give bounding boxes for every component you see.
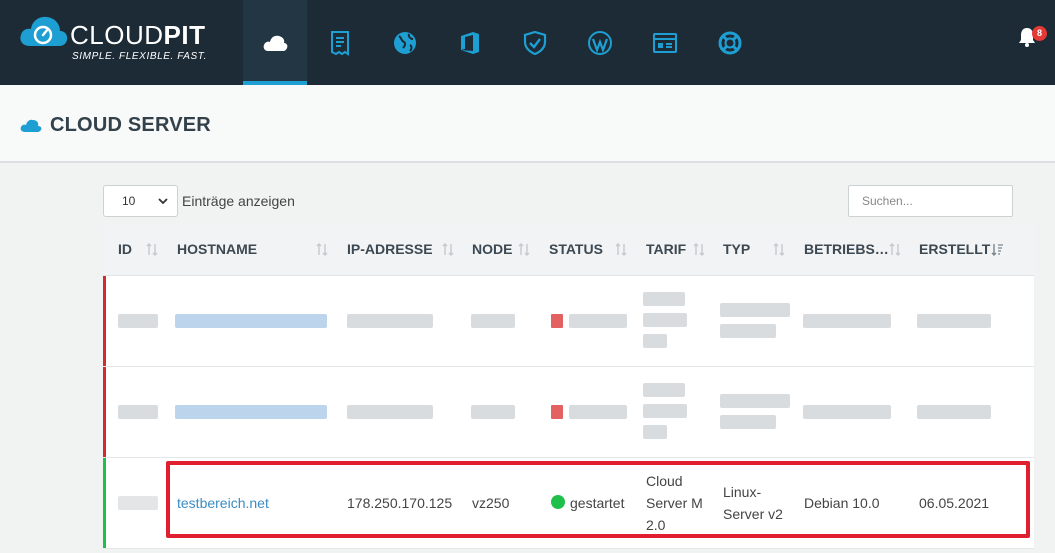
column-header-created[interactable]: ERSTELLT [919, 241, 990, 257]
column-header-id[interactable]: ID [118, 241, 132, 257]
redacted-tarif [643, 425, 667, 439]
redacted-hostname [175, 405, 327, 419]
redacted-typ [720, 415, 776, 429]
redacted-ip [347, 314, 433, 328]
sort-icon[interactable] [693, 242, 705, 257]
entries-value: 10 [122, 194, 136, 208]
sort-icon[interactable] [773, 242, 785, 257]
nav-wordpress[interactable] [568, 0, 632, 85]
column-header-tarif[interactable]: TARIF [646, 241, 686, 257]
brand-tagline: SIMPLE. FLEXIBLE. FAST. [72, 51, 207, 62]
nav-office[interactable] [438, 0, 502, 85]
redacted-id [118, 405, 158, 419]
column-header-hostname[interactable]: HOSTNAME [177, 241, 257, 257]
redacted-tarif [643, 404, 687, 418]
office-icon [461, 31, 479, 54]
brand-logo[interactable]: CLOUDPIT SIMPLE. FLEXIBLE. FAST. [18, 14, 218, 66]
redacted-os [803, 314, 891, 328]
cloud-speedometer-icon [20, 16, 68, 46]
redacted-node [471, 314, 515, 328]
redacted-id [118, 496, 158, 510]
window-icon [653, 32, 677, 53]
table-row[interactable] [103, 367, 1034, 458]
cloud-icon [20, 119, 42, 132]
table-row[interactable] [103, 276, 1034, 367]
redacted-tarif [643, 313, 687, 327]
search-input[interactable] [848, 185, 1013, 217]
nav-cloud-server[interactable] [243, 0, 307, 85]
redacted-status [569, 405, 627, 419]
redacted-typ [720, 303, 790, 317]
sort-icon[interactable] [316, 242, 328, 257]
page-header: CLOUD SERVER [0, 85, 1055, 163]
wordpress-icon [588, 30, 612, 55]
sort-icon[interactable] [615, 242, 627, 257]
redacted-tarif [643, 383, 685, 397]
entries-per-page-select[interactable]: 10 [103, 185, 178, 217]
redacted-ip [347, 405, 433, 419]
cloud-icon [263, 35, 288, 51]
column-header-os[interactable]: BETRIEBS… [804, 241, 889, 257]
page-title: CLOUD SERVER [50, 114, 211, 136]
redacted-typ [720, 394, 790, 408]
redacted-hostname [175, 314, 327, 328]
chevron-down-icon [158, 198, 168, 205]
status-stopped-icon [551, 314, 563, 328]
brand-name: CLOUDPIT [70, 20, 206, 50]
entries-label: Einträge anzeigen [182, 193, 295, 209]
invoice-icon [331, 30, 349, 56]
redacted-typ [720, 324, 776, 338]
status-stopped-icon [551, 405, 563, 419]
column-header-typ[interactable]: TYP [723, 241, 750, 257]
redacted-id [118, 314, 158, 328]
sort-icon[interactable] [442, 242, 454, 257]
column-header-status[interactable]: STATUS [549, 241, 603, 257]
column-header-node[interactable]: NODE [472, 241, 512, 257]
column-header-ip[interactable]: IP-ADRESSE [347, 241, 433, 257]
nav-domains[interactable] [373, 0, 437, 85]
top-navigation: CLOUDPIT SIMPLE. FLEXIBLE. FAST. 8 [0, 0, 1055, 85]
redacted-node [471, 405, 515, 419]
redacted-created [917, 405, 991, 419]
sort-desc-icon[interactable] [991, 242, 1003, 257]
highlight-frame [166, 461, 1030, 538]
status-indicator-bar [103, 276, 106, 366]
notification-badge: 8 [1032, 26, 1047, 41]
globe-icon [394, 31, 416, 54]
redacted-tarif [643, 292, 685, 306]
redacted-created [917, 314, 991, 328]
redacted-os [803, 405, 891, 419]
sort-icon[interactable] [889, 242, 901, 257]
shield-icon [523, 30, 547, 55]
redacted-tarif [643, 334, 667, 348]
nav-security[interactable] [503, 0, 567, 85]
lifebuoy-icon [718, 31, 742, 54]
status-indicator-bar [103, 367, 106, 457]
table-header: ID HOSTNAME IP-ADRESSE NODE STATUS TARIF… [103, 225, 1034, 276]
redacted-status [569, 314, 627, 328]
nav-support[interactable] [698, 0, 762, 85]
sort-icon[interactable] [146, 242, 158, 257]
status-indicator-bar [103, 458, 106, 548]
sort-icon[interactable] [518, 242, 530, 257]
nav-hosting[interactable] [633, 0, 697, 85]
nav-invoices[interactable] [308, 0, 372, 85]
